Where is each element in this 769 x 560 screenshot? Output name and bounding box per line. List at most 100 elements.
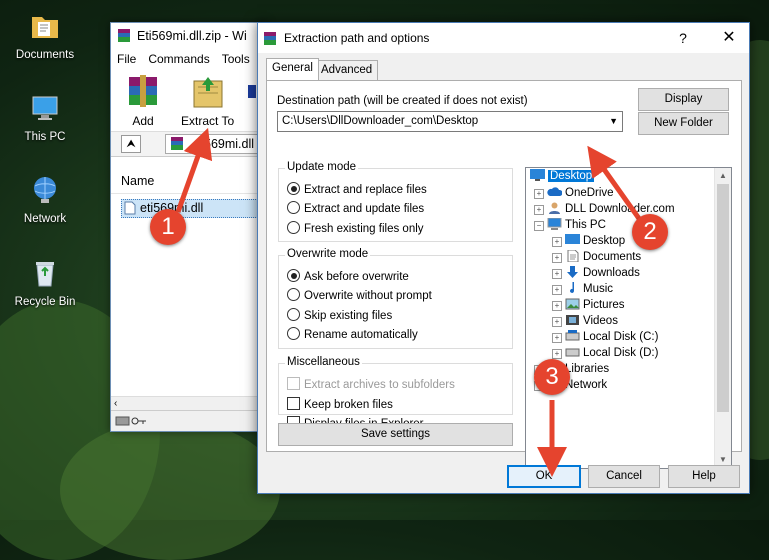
network-globe-icon xyxy=(34,177,56,203)
expand-icon[interactable]: + xyxy=(552,349,562,359)
disk-drive-icon xyxy=(565,330,580,341)
computer-icon xyxy=(32,96,58,120)
desktop-icon-network[interactable]: Network xyxy=(8,174,82,225)
winrar-window: Eti569mi.dll.zip - Wi File Commands Tools … xyxy=(110,22,270,432)
radio[interactable] xyxy=(287,308,300,321)
checkbox[interactable] xyxy=(287,397,300,410)
archive-path-field[interactable]: 569mi.dll xyxy=(165,134,270,154)
chevron-down-icon[interactable]: ▼ xyxy=(609,112,618,131)
overwrite-mode-group: Overwrite mode Ask before overwrite Over… xyxy=(278,248,513,349)
radio-overwrite-without-prompt[interactable]: Overwrite without prompt xyxy=(287,288,432,302)
disk-drive-icon xyxy=(565,348,580,357)
ok-button[interactable]: OK xyxy=(507,465,581,488)
expand-icon[interactable]: + xyxy=(534,205,544,215)
desktop-icon xyxy=(530,169,545,181)
winrar-title: Eti569mi.dll.zip - Wi xyxy=(137,29,247,43)
tree-item-desktop[interactable]: Desktop xyxy=(530,169,595,184)
radio-selected[interactable] xyxy=(287,269,300,282)
display-button[interactable]: Display xyxy=(638,88,729,111)
checkbox-keep-broken-files[interactable]: Keep broken files xyxy=(287,397,393,411)
tree-item-documents[interactable]: + Documents xyxy=(552,250,641,265)
tree-item-music[interactable]: + Music xyxy=(552,282,613,297)
tab-general[interactable]: General xyxy=(266,58,319,80)
desktop-icon-label: Network xyxy=(23,213,67,225)
collapse-icon[interactable]: − xyxy=(534,221,544,231)
computer-icon xyxy=(547,218,562,230)
dialog-title: Extraction path and options xyxy=(284,31,430,45)
expand-icon[interactable]: + xyxy=(552,269,562,279)
annotation-badge-3: 3 xyxy=(534,359,570,395)
help-question-button[interactable]: ? xyxy=(663,23,703,53)
documents-icon xyxy=(567,250,579,262)
cancel-button[interactable]: Cancel xyxy=(588,465,660,488)
scroll-up-icon[interactable]: ▲ xyxy=(715,168,731,184)
tree-item-pictures[interactable]: + Pictures xyxy=(552,298,625,313)
close-button[interactable]: ✕ xyxy=(709,23,749,53)
new-folder-button[interactable]: New Folder xyxy=(638,112,729,135)
radio-extract-update[interactable]: Extract and update files xyxy=(287,201,424,215)
radio[interactable] xyxy=(287,201,300,214)
expand-icon[interactable]: + xyxy=(534,189,544,199)
dialog-titlebar: Extraction path and options ? ✕ xyxy=(258,23,749,53)
tree-item-this-pc[interactable]: − This PC xyxy=(534,218,606,233)
checkbox-disabled xyxy=(287,377,300,390)
tab-advanced[interactable]: Advanced xyxy=(315,60,379,80)
tree-item-local-disk-d[interactable]: + Local Disk (D:) xyxy=(552,346,658,361)
radio[interactable] xyxy=(287,327,300,340)
destination-path-label: Destination path (will be created if doe… xyxy=(277,95,528,107)
desktop-icon-label: This PC xyxy=(24,131,66,143)
save-settings-button[interactable]: Save settings xyxy=(278,423,513,446)
desktop-icon-this-pc[interactable]: This PC xyxy=(8,92,82,143)
expand-icon[interactable]: + xyxy=(552,301,562,311)
scroll-thumb[interactable] xyxy=(717,184,729,412)
update-mode-group: Update mode Extract and replace files Ex… xyxy=(278,161,513,242)
desktop-icon-documents[interactable]: Documents xyxy=(8,10,82,61)
expand-icon[interactable]: + xyxy=(552,317,562,327)
radio-selected[interactable] xyxy=(287,182,300,195)
dll-file-icon xyxy=(124,201,136,215)
folder-tree[interactable]: Desktop + OneDrive + DLL Downloader.com − T… xyxy=(525,167,732,469)
up-folder-button[interactable]: ⮝ xyxy=(121,135,141,153)
extract-to-label: Extract To xyxy=(181,114,235,128)
help-button[interactable]: Help xyxy=(668,465,740,488)
tree-item-downloads[interactable]: + Downloads xyxy=(552,266,640,281)
tree-item-local-disk-c[interactable]: + Local Disk (C:) xyxy=(552,330,658,345)
radio[interactable] xyxy=(287,288,300,301)
expand-icon[interactable]: + xyxy=(552,285,562,295)
winrar-path-bar: ⮝ 569mi.dll xyxy=(111,132,270,157)
tree-item-pc-desktop[interactable]: + Desktop xyxy=(552,234,625,249)
menu-file[interactable]: File xyxy=(111,52,142,66)
archive-icon xyxy=(171,137,183,150)
radio-ask-before-overwrite[interactable]: Ask before overwrite xyxy=(287,269,409,283)
file-row[interactable]: eti569mi.dll xyxy=(121,199,266,218)
menu-tools[interactable]: Tools xyxy=(216,52,256,66)
radio-rename-automatically[interactable]: Rename automatically xyxy=(287,327,418,341)
radio[interactable] xyxy=(287,221,300,234)
download-arrow-icon xyxy=(567,266,578,278)
expand-icon[interactable]: + xyxy=(552,237,562,247)
tree-item-onedrive[interactable]: + OneDrive xyxy=(534,186,614,201)
overwrite-mode-title: Overwrite mode xyxy=(285,248,371,260)
radio-fresh-existing[interactable]: Fresh existing files only xyxy=(287,221,424,235)
desktop-icon-recycle-bin[interactable]: Recycle Bin xyxy=(8,257,82,308)
column-name-header[interactable]: Name xyxy=(111,169,266,194)
extract-to-button[interactable]: Extract To xyxy=(181,73,234,128)
annotation-badge-1: 1 xyxy=(150,209,186,245)
tree-vertical-scrollbar[interactable]: ▲ ▼ xyxy=(714,168,731,468)
radio-skip-existing[interactable]: Skip existing files xyxy=(287,308,392,322)
menu-commands[interactable]: Commands xyxy=(142,52,215,66)
add-button[interactable]: Add xyxy=(123,73,163,128)
archive-path-text: 569mi.dll xyxy=(204,137,255,151)
drive-key-icon xyxy=(115,416,146,426)
winrar-toolbar: Add Extract To xyxy=(111,69,266,132)
extract-to-icon xyxy=(193,77,223,108)
horizontal-scrollbar[interactable]: ‹ xyxy=(111,396,266,411)
tree-item-videos[interactable]: + Videos xyxy=(552,314,618,329)
expand-icon[interactable]: + xyxy=(552,333,562,343)
winrar-menubar: File Commands Tools xyxy=(111,49,266,69)
file-list: Name eti569mi.dll xyxy=(111,169,266,411)
expand-icon[interactable]: + xyxy=(552,253,562,263)
desktop-icon-label: Documents xyxy=(15,49,75,61)
destination-path-combo[interactable]: C:\Users\DllDownloader_com\Desktop ▼ xyxy=(277,111,623,132)
radio-extract-replace[interactable]: Extract and replace files xyxy=(287,182,427,196)
